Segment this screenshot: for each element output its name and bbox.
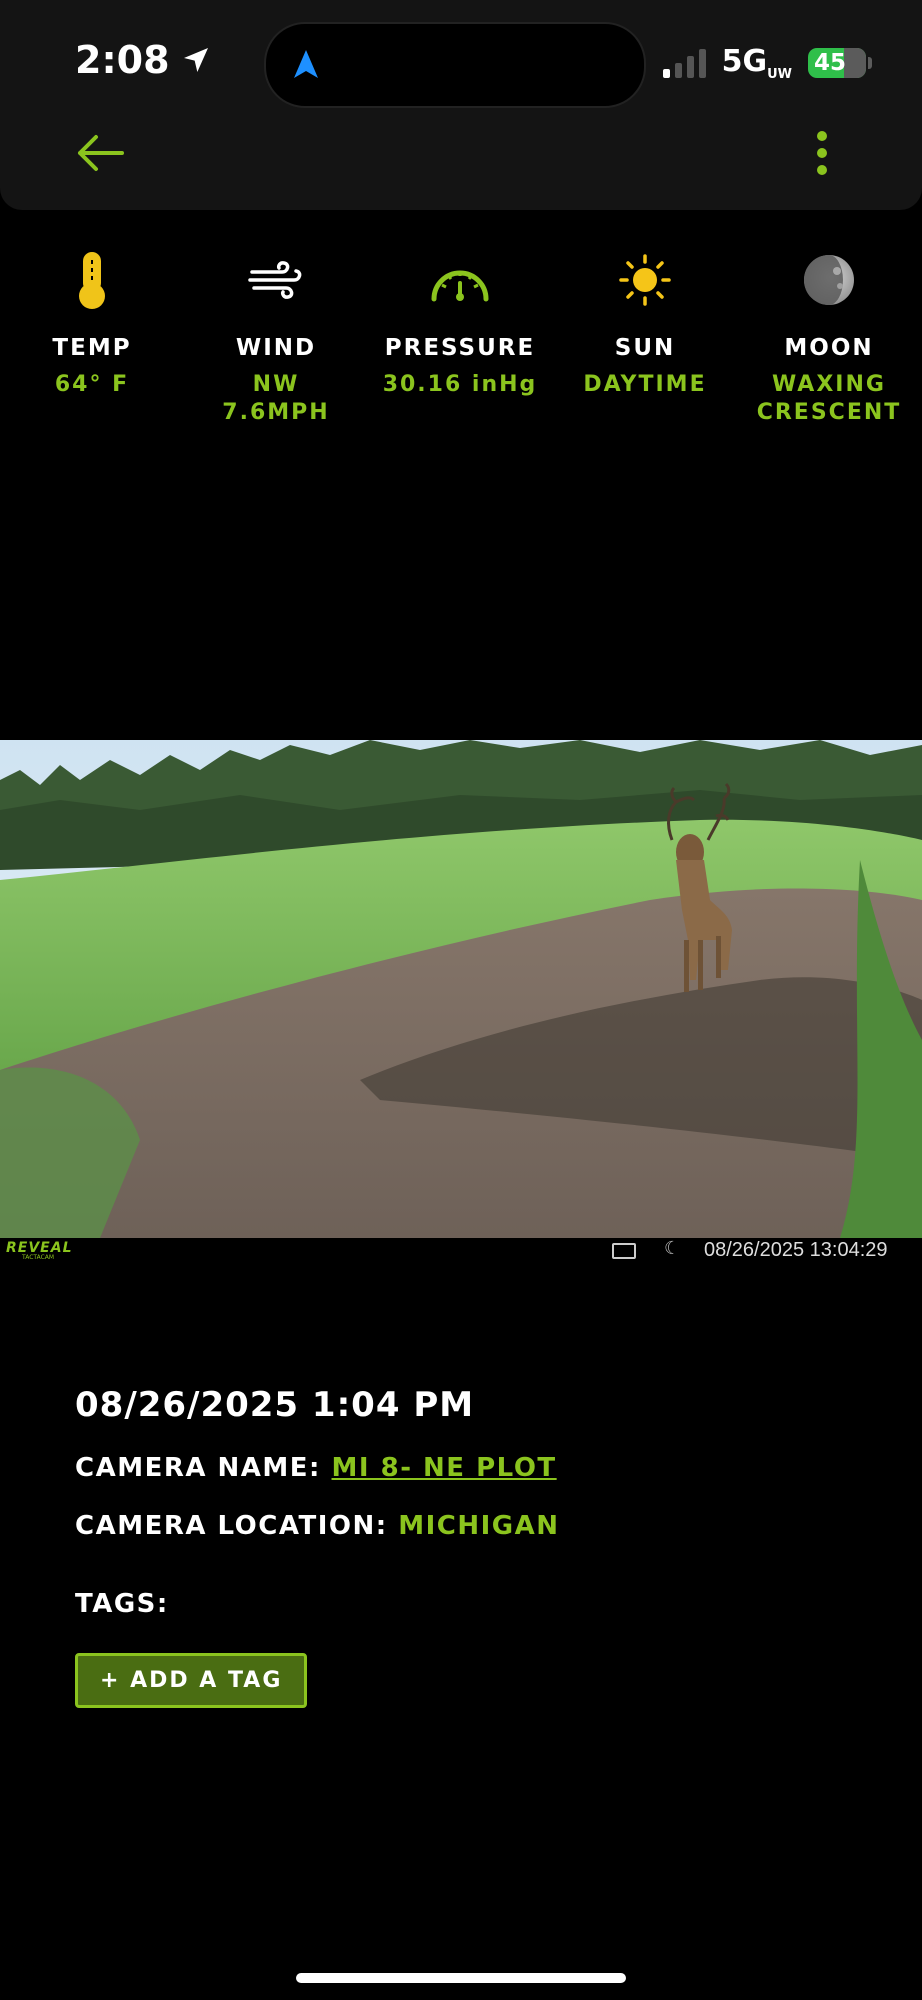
- reveal-logo-sub: TACTACAM: [22, 1254, 55, 1261]
- more-options-button[interactable]: [810, 128, 834, 178]
- camera-name-link[interactable]: MI 8- NE PLOT: [332, 1453, 557, 1483]
- camera-battery-icon: [612, 1243, 636, 1259]
- thermometer-icon: [79, 252, 105, 309]
- weather-sun: SUN DAYTIME: [553, 245, 737, 399]
- gauge-icon: [431, 270, 489, 302]
- kebab-menu-icon: [817, 131, 827, 175]
- add-tag-button[interactable]: + ADD A TAG: [75, 1653, 308, 1708]
- network-type: 5GUW: [721, 44, 792, 82]
- home-indicator[interactable]: [296, 1973, 626, 1983]
- weather-value: DAYTIME: [583, 372, 707, 397]
- camera-location-value: MICHIGAN: [398, 1511, 560, 1541]
- photo-details: 08/26/2025 1:04 PM CAMERA NAME: MI 8- NE…: [75, 1385, 875, 1708]
- header-bar: 2:08 5GUW 45: [0, 0, 922, 210]
- battery-tip: [868, 57, 872, 69]
- weather-wind: WIND NW 7.6MPH: [184, 245, 368, 427]
- weather-label: PRESSURE: [384, 335, 536, 361]
- weather-pressure: PRESSURE 30.16 inHg: [368, 245, 552, 399]
- camera-overlay-strip: REVEAL TACTACAM ☾ 08/26/2025 13:04:29: [0, 1238, 922, 1266]
- camera-name-row: CAMERA NAME: MI 8- NE PLOT: [75, 1453, 875, 1483]
- weather-label: SUN: [614, 335, 676, 361]
- navigation-icon: [294, 50, 318, 78]
- back-button[interactable]: [72, 128, 128, 178]
- dynamic-island: [264, 22, 646, 108]
- weather-value: WAXING CRESCENT: [756, 372, 902, 425]
- weather-conditions: TEMP 64° F WIND NW 7.6MPH PRESSURE 30.16…: [0, 245, 922, 445]
- status-bar-indicators: 5GUW 45: [662, 44, 872, 82]
- arrow-left-icon: [78, 135, 124, 171]
- moon-icon: [804, 255, 854, 305]
- camera-moon-icon: ☾: [664, 1238, 681, 1259]
- weather-moon: MOON WAXING CRESCENT: [737, 245, 921, 427]
- weather-label: TEMP: [52, 335, 132, 361]
- weather-value: 64° F: [54, 372, 130, 397]
- status-bar-time: 2:08: [75, 38, 212, 82]
- location-arrow-icon: [183, 48, 208, 72]
- weather-value: NW 7.6MPH: [222, 372, 330, 425]
- cellular-signal-icon: [662, 48, 706, 78]
- weather-temp: TEMP 64° F: [0, 245, 184, 399]
- tags-label: TAGS:: [75, 1589, 169, 1619]
- wind-icon: [248, 261, 302, 299]
- trail-camera-photo[interactable]: [0, 740, 922, 1238]
- camera-location-row: CAMERA LOCATION: MICHIGAN: [75, 1511, 875, 1541]
- camera-name-label: CAMERA NAME:: [75, 1453, 321, 1483]
- camera-location-label: CAMERA LOCATION:: [75, 1511, 388, 1541]
- clock: 2:08: [75, 38, 170, 82]
- weather-value: 30.16 inHg: [382, 372, 538, 397]
- sun-icon: [619, 254, 671, 306]
- photo-datetime: 08/26/2025 1:04 PM: [75, 1385, 475, 1425]
- battery-icon: 45: [808, 48, 866, 78]
- photo-scene: [0, 740, 922, 1238]
- camera-timestamp: 08/26/2025 13:04:29: [704, 1239, 888, 1261]
- weather-label: MOON: [784, 335, 874, 361]
- weather-label: WIND: [235, 335, 317, 361]
